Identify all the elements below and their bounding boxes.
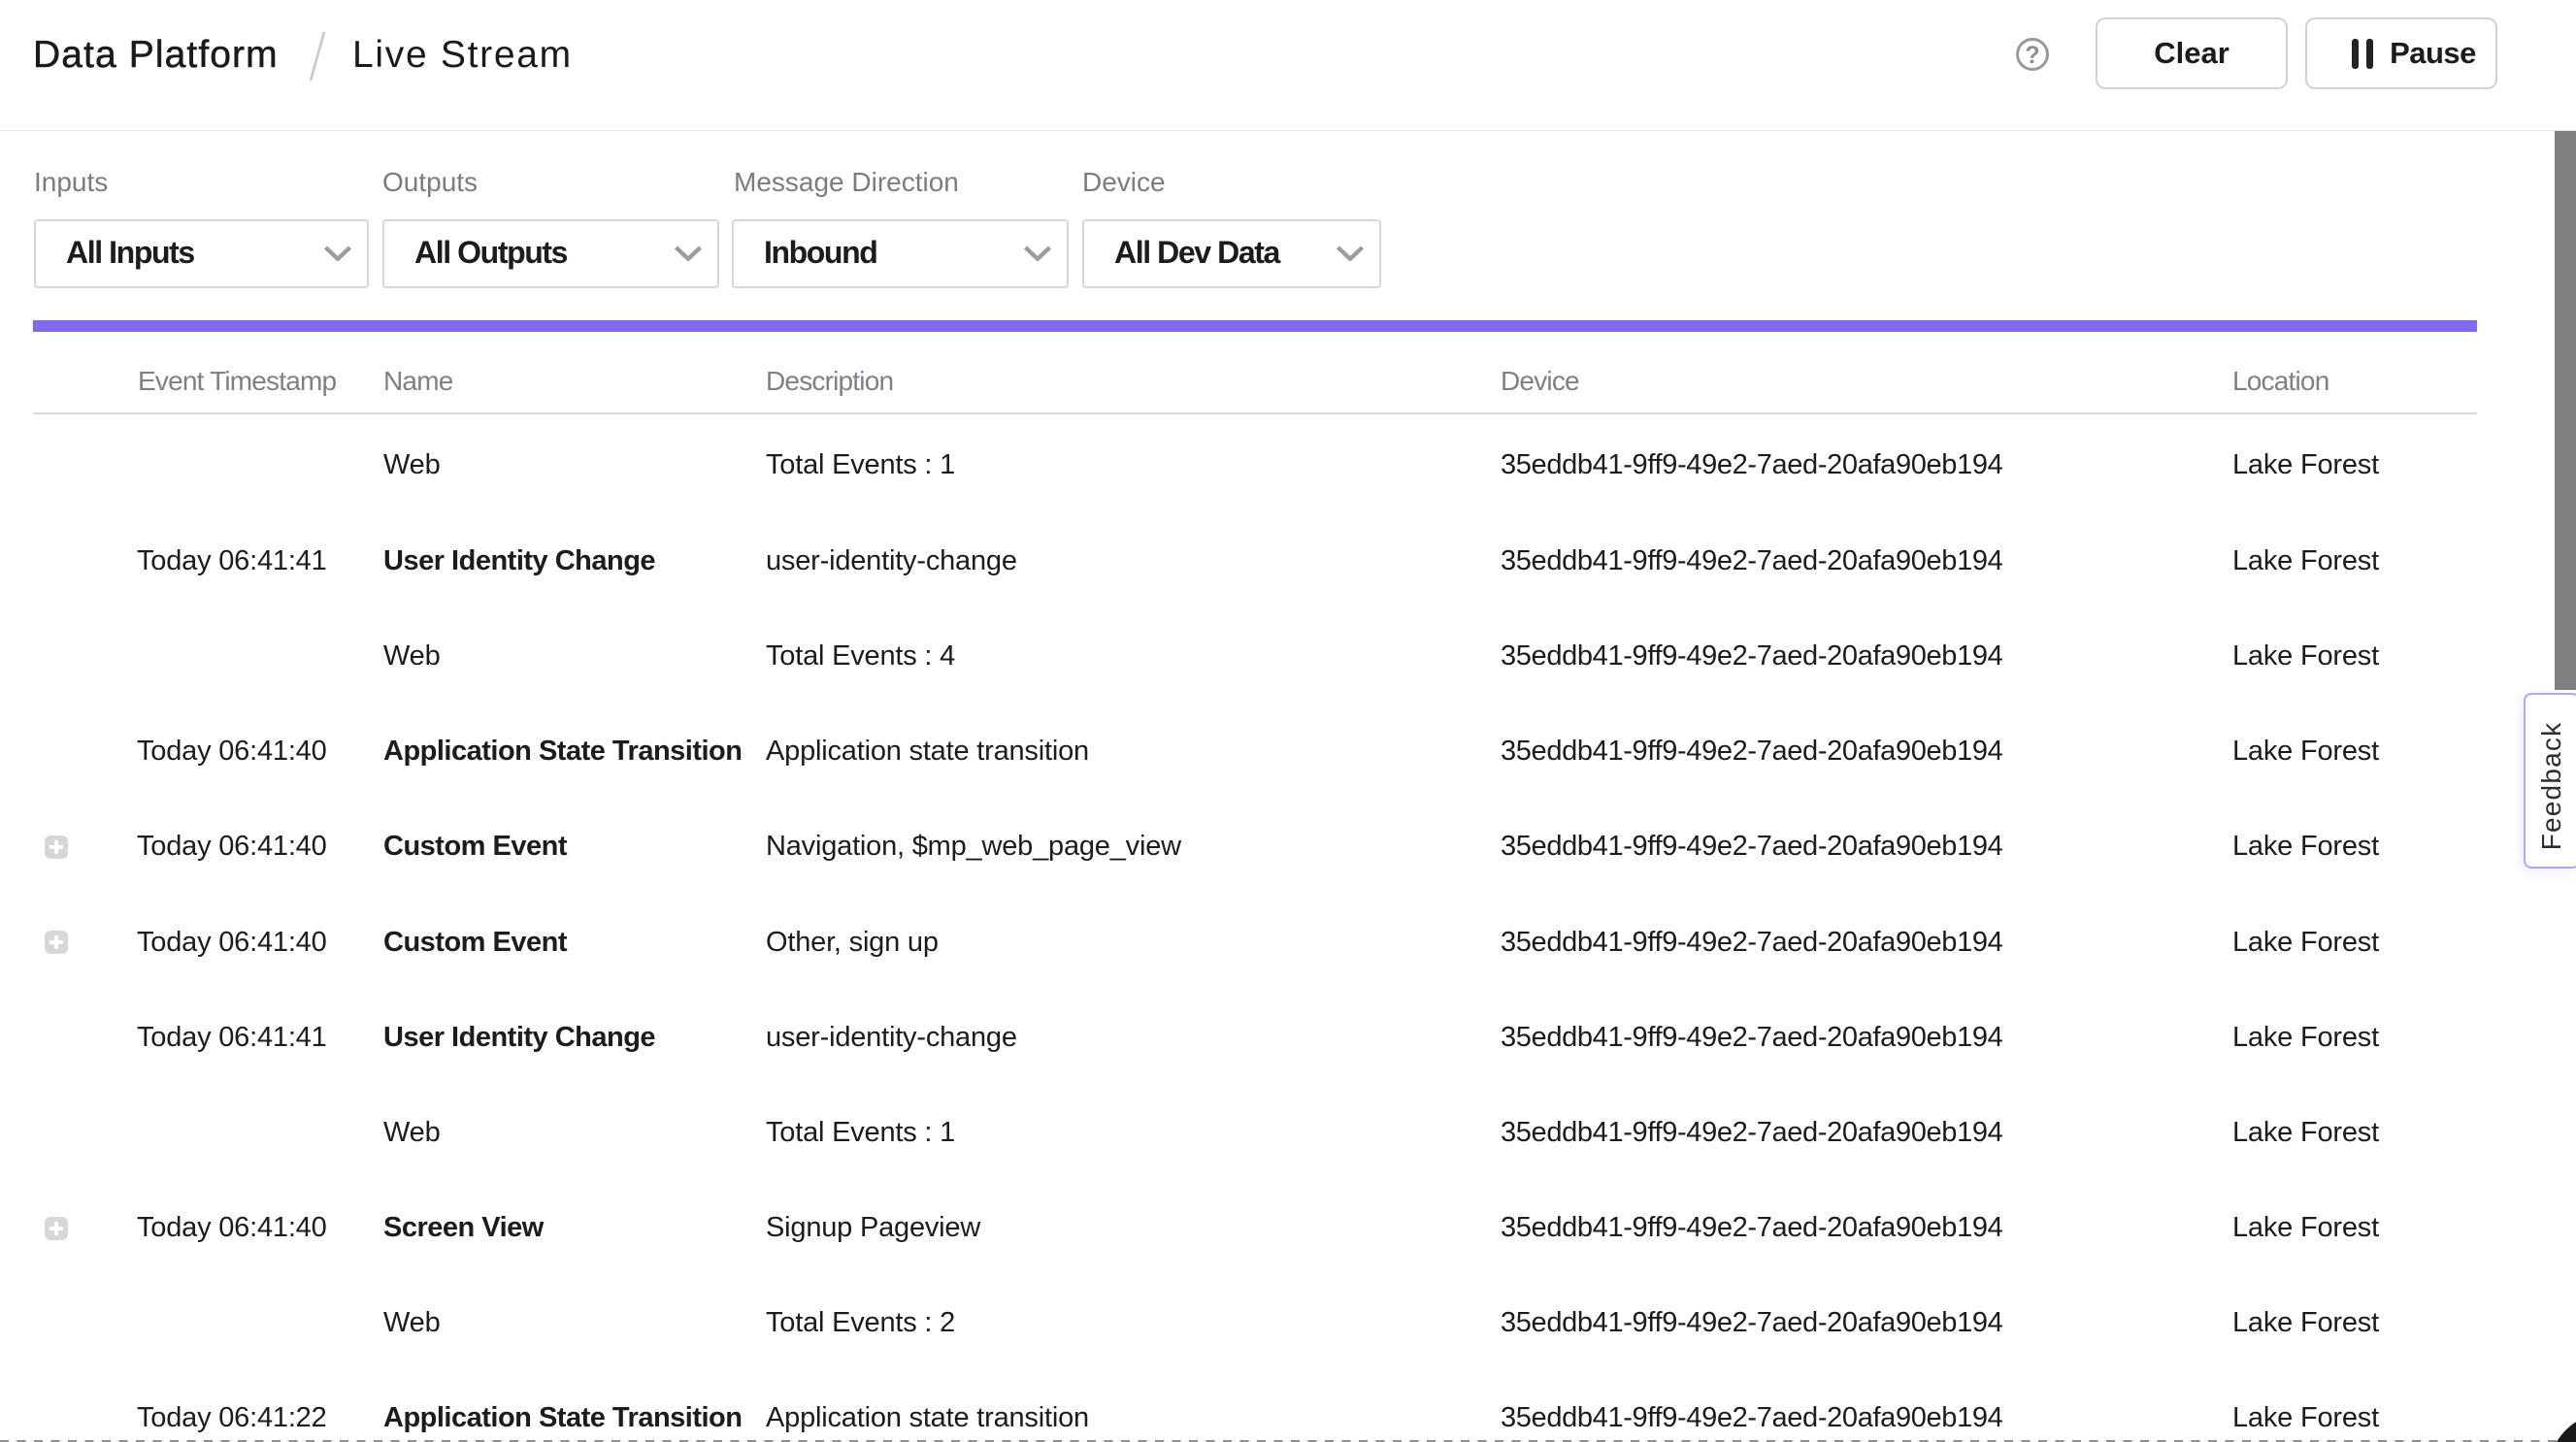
svg-text:?: ?: [2025, 42, 2039, 69]
